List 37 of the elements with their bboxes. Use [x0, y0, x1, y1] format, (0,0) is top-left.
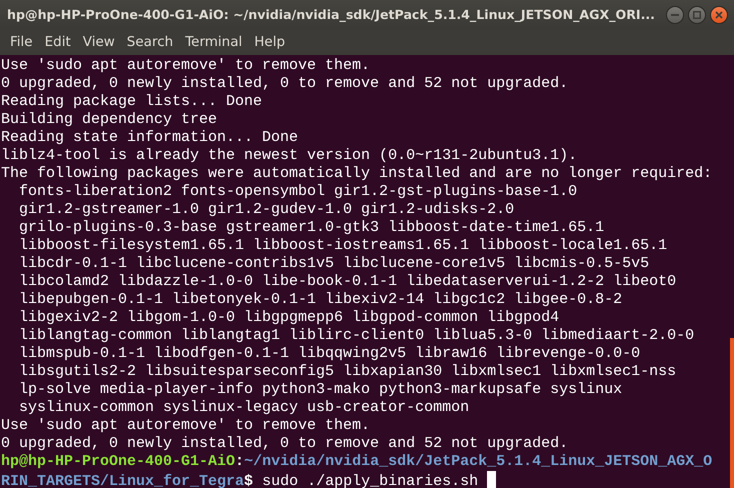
terminal-line: liblz4-tool is already the newest version (0.0~r131-2ubuntu3.1).	[1, 147, 578, 165]
command-prompt-line: hp@hp-HP-ProOne-400-G1-AiO:~/nvidia/nvidia_sdk/JetPack_5.1.4_Linux_JETSON_AGX_ORIN_TARGETS/Linux_for_Tegra$ sudo ./apply_binaries.sh	[1, 453, 714, 488]
terminal-line: grilo-plugins-0.3-base gstreamer1.0-gtk3 libboost-date-time1.65.1	[18, 219, 606, 237]
terminal-line: liblangtag-common liblangtag1 liblirc-client0 liblua5.3-0 libmediaart-2.0-0	[18, 327, 696, 345]
maximize-icon	[693, 11, 701, 19]
menu-item[interactable]: Terminal	[181, 32, 246, 53]
minimize-button[interactable]	[666, 6, 684, 24]
close-button[interactable]	[710, 6, 728, 24]
terminal-line: libmspub-0.1-1 libodfgen-0.1-1 libqqwing2v5 libraw16 librevenge-0.0-0	[18, 345, 642, 363]
terminal-line: 0 upgraded, 0 newly installed, 0 to remove and 52 not upgraded.	[1, 435, 570, 453]
terminal-line: Use 'sudo apt autoremove' to remove them.	[1, 417, 372, 435]
terminal-line: Use 'sudo apt autoremove' to remove them.	[1, 57, 372, 75]
terminal-line: libsgutils2-2 libsuitesparseconfig5 libxapian30 libxmlsec1 libxmlsec1-nss	[18, 363, 678, 381]
terminal-line: libepubgen-0.1-1 libetonyek-0.1-1 libexiv2-14 libgc1c2 libgee-0.8-2	[18, 291, 624, 309]
terminal-line: gir1.2-gstreamer-1.0 gir1.2-gudev-1.0 gir1.2-udisks-2.0	[18, 201, 516, 219]
terminal-line: Reading package lists... Done	[1, 93, 264, 111]
menu-item[interactable]: View	[78, 32, 119, 53]
terminal-line: 0 upgraded, 0 newly installed, 0 to remove and 52 not upgraded.	[1, 75, 570, 93]
menu-item[interactable]: Edit	[40, 32, 75, 53]
menu-item[interactable]: File	[6, 32, 37, 53]
terminal-line: libboost-filesystem1.65.1 libboost-iostreams1.65.1 libboost-locale1.65.1	[18, 237, 668, 255]
terminal-line: fonts-liberation2 fonts-opensymbol gir1.2-gst-plugins-base-1.0	[18, 183, 578, 201]
terminal-line: lp-solve media-player-info python3-mako python3-markupsafe syslinux	[18, 381, 624, 399]
terminal-line: libgexiv2-2 libgom-1.0-0 libgpgmepp6 libgpod-common libgpod4	[18, 309, 560, 327]
terminal-line: syslinux-common syslinux-legacy usb-creator-common	[18, 399, 470, 417]
terminal-line: libcolamd2 libdazzle-1.0-0 libe-book-0.1-1 libedataserverui-1.2-2 libeot0	[18, 273, 678, 291]
window-title: hp@hp-HP-ProOne-400-G1-AiO: ~/nvidia/nvidia_sdk/JetPack_5.1.4_Linux_JETSON_AGX_ORI...	[7, 6, 655, 24]
maximize-button[interactable]	[688, 6, 706, 24]
menu-item[interactable]: Help	[250, 32, 290, 53]
close-icon	[715, 11, 723, 19]
menu-item[interactable]: Search	[122, 32, 178, 53]
minimize-icon	[671, 11, 679, 19]
terminal-line: libcdr-0.1-1 libclucene-contribs1v5 libclucene-core1v5 libcmis-0.5-5v5	[18, 255, 650, 273]
terminal-line: Reading state information... Done	[1, 129, 300, 147]
terminal-line: The following packages were automatically installed and are no longer required:	[1, 165, 714, 183]
terminal-line: Building dependency tree	[1, 111, 218, 129]
scrollbar-thumb[interactable]	[730, 338, 734, 488]
